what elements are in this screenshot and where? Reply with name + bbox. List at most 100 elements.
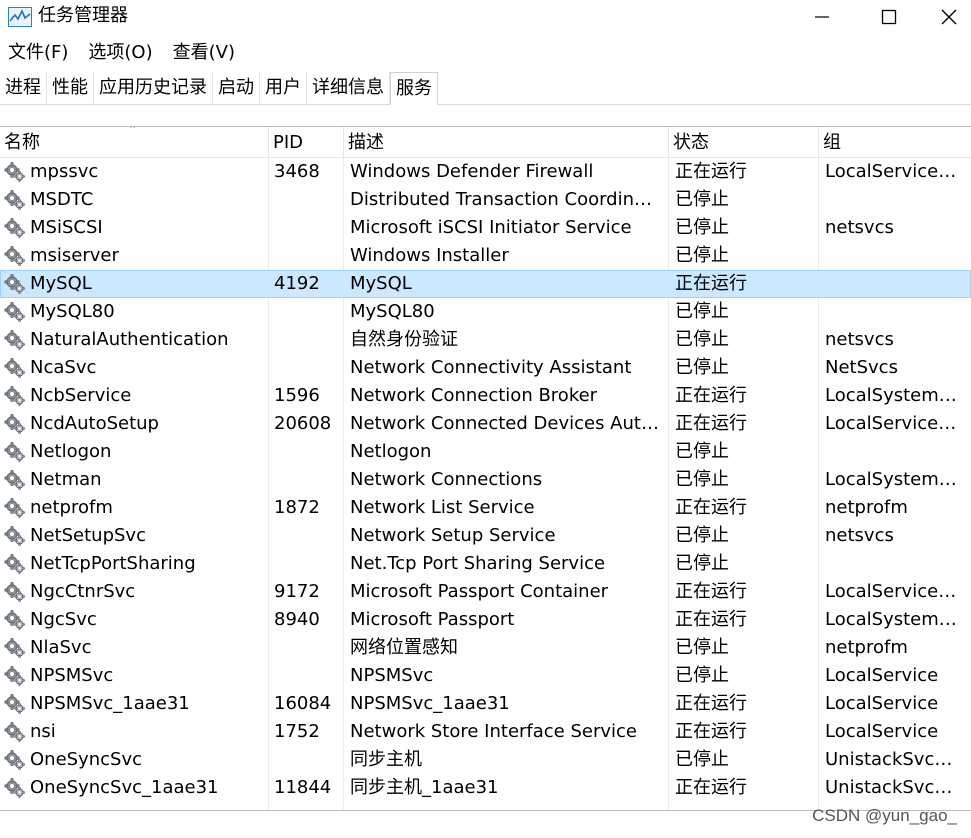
service-name-cell: NlaSvc — [4, 634, 266, 662]
service-gear-icon — [4, 190, 25, 210]
service-name: mpssvc — [30, 161, 99, 182]
service-description: MySQL — [350, 273, 412, 294]
column-header-status[interactable]: 状态 — [669, 127, 819, 157]
service-pid — [274, 298, 340, 326]
service-name-cell: MySQL80 — [4, 298, 266, 326]
service-description: Network Setup Service — [350, 525, 556, 546]
service-name-cell: Netlogon — [4, 438, 266, 466]
service-gear-icon — [4, 246, 25, 266]
service-group: NetSvcs — [825, 357, 898, 378]
table-row[interactable]: NaturalAuthentication 自然身份验证 已停止 netsvcs — [0, 326, 971, 354]
menu-view[interactable]: 查看(V) — [165, 38, 245, 68]
service-description: Network Connections — [350, 469, 543, 490]
service-status: 已停止 — [675, 553, 729, 574]
table-row[interactable]: NPSMSvc_1aae31 16084 NPSMSvc_1aae31 正在运行… — [0, 690, 971, 718]
table-row[interactable]: msiserver Windows Installer 已停止 — [0, 242, 971, 270]
service-pid — [274, 242, 340, 270]
service-name: NetSetupSvc — [30, 525, 146, 546]
table-row[interactable]: MSiSCSI Microsoft iSCSI Initiator Servic… — [0, 214, 971, 242]
service-pid: 1872 — [274, 497, 320, 518]
service-pid: 1596 — [274, 385, 320, 406]
service-name: MySQL — [30, 273, 92, 294]
tab-details[interactable]: 详细信息 — [307, 72, 390, 104]
column-header-description[interactable]: 描述 — [344, 127, 669, 157]
table-row[interactable]: MSDTC Distributed Transaction Coordinato… — [0, 186, 971, 214]
minimize-button[interactable] — [800, 0, 844, 34]
tab-performance[interactable]: 性能 — [47, 72, 94, 104]
table-row[interactable]: mpssvc 3468 Windows Defender Firewall 正在… — [0, 158, 971, 186]
service-pid: 4192 — [274, 273, 320, 294]
table-row[interactable]: NcaSvc Network Connectivity Assistant 已停… — [0, 354, 971, 382]
close-button[interactable] — [927, 0, 971, 34]
service-description: Network Connected Devices Auto-... — [350, 413, 662, 434]
service-gear-icon — [4, 330, 25, 350]
service-name-cell: MSiSCSI — [4, 214, 266, 242]
service-pid — [274, 550, 340, 578]
service-status: 已停止 — [675, 301, 729, 322]
service-name-cell: Netman — [4, 466, 266, 494]
service-description: Network List Service — [350, 497, 535, 518]
menu-bar: 文件(F) 选项(O) 查看(V) — [0, 38, 247, 68]
service-status: 正在运行 — [675, 413, 747, 434]
table-row[interactable]: NlaSvc 网络位置感知 已停止 netprofm — [0, 634, 971, 662]
table-row[interactable]: NgcSvc 8940 Microsoft Passport 正在运行 Loca… — [0, 606, 971, 634]
service-pid: 16084 — [274, 693, 332, 714]
tab-services[interactable]: 服务 — [390, 72, 438, 105]
service-description: Microsoft iSCSI Initiator Service — [350, 217, 632, 238]
service-pid: 20608 — [274, 413, 332, 434]
service-name-cell: NPSMSvc_1aae31 — [4, 690, 266, 718]
table-row[interactable]: NetSetupSvc Network Setup Service 已停止 ne… — [0, 522, 971, 550]
table-row[interactable]: NPSMSvc NPSMSvc 已停止 LocalService — [0, 662, 971, 690]
service-name: NPSMSvc_1aae31 — [30, 693, 190, 714]
service-status: 已停止 — [675, 469, 729, 490]
tab-processes[interactable]: 进程 — [0, 72, 47, 104]
service-gear-icon — [4, 722, 25, 742]
column-header-pid[interactable]: PID — [269, 127, 344, 157]
tab-users[interactable]: 用户 — [260, 72, 307, 104]
table-row[interactable]: netprofm 1872 Network List Service 正在运行 … — [0, 494, 971, 522]
service-pid — [274, 438, 340, 466]
table-row[interactable]: OneSyncSvc 同步主机 已停止 UnistackSvcGr... — [0, 746, 971, 774]
service-gear-icon — [4, 666, 25, 686]
table-row[interactable]: Netlogon Netlogon 已停止 — [0, 438, 971, 466]
service-status: 正在运行 — [675, 693, 747, 714]
service-description: 网络位置感知 — [350, 637, 458, 658]
service-name-cell: MSDTC — [4, 186, 266, 214]
column-header-name[interactable]: 名称 — [0, 127, 269, 157]
maximize-button[interactable] — [867, 0, 911, 34]
service-group — [825, 270, 965, 298]
service-gear-icon — [4, 358, 25, 378]
table-row[interactable]: MySQL80 MySQL80 已停止 — [0, 298, 971, 326]
service-pid — [274, 634, 340, 662]
service-gear-icon — [4, 750, 25, 770]
service-name-cell: NgcSvc — [4, 606, 266, 634]
table-row[interactable]: MySQL 4192 MySQL 正在运行 — [0, 270, 971, 298]
service-name: MSiSCSI — [30, 217, 103, 238]
service-name: NetTcpPortSharing — [30, 553, 196, 574]
table-row[interactable]: nsi 1752 Network Store Interface Service… — [0, 718, 971, 746]
service-status: 已停止 — [675, 637, 729, 658]
column-header-group[interactable]: 组 — [819, 127, 971, 157]
service-status: 正在运行 — [675, 581, 747, 602]
service-description: MySQL80 — [350, 301, 435, 322]
table-row[interactable]: NcbService 1596 Network Connection Broke… — [0, 382, 971, 410]
table-row[interactable]: NcdAutoSetup 20608 Network Connected Dev… — [0, 410, 971, 438]
service-description: 同步主机 — [350, 749, 422, 770]
menu-options[interactable]: 选项(O) — [80, 38, 162, 68]
service-name-cell: OneSyncSvc_1aae31 — [4, 774, 266, 802]
service-gear-icon — [4, 386, 25, 406]
table-row[interactable]: NgcCtnrSvc 9172 Microsoft Passport Conta… — [0, 578, 971, 606]
service-status: 已停止 — [675, 329, 729, 350]
menu-file[interactable]: 文件(F) — [0, 38, 78, 68]
tab-app-history[interactable]: 应用历史记录 — [94, 72, 213, 104]
table-row[interactable]: NetTcpPortSharing Net.Tcp Port Sharing S… — [0, 550, 971, 578]
table-row[interactable]: Netman Network Connections 已停止 LocalSyst… — [0, 466, 971, 494]
tab-startup[interactable]: 启动 — [213, 72, 260, 104]
service-pid: 3468 — [274, 161, 320, 182]
service-name: MSDTC — [30, 189, 94, 210]
table-row[interactable]: OneSyncSvc_1aae31 11844 同步主机_1aae31 正在运行… — [0, 774, 971, 802]
service-group — [825, 438, 965, 466]
service-name-cell: NPSMSvc — [4, 662, 266, 690]
service-name: msiserver — [30, 245, 119, 266]
service-status: 已停止 — [675, 525, 729, 546]
